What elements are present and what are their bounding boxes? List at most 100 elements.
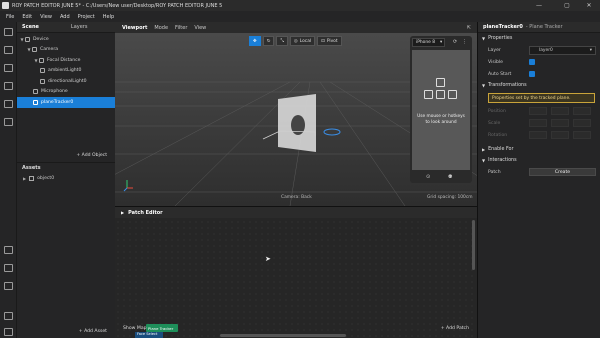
horizontal-scrollbar[interactable] xyxy=(220,334,346,337)
layers-icon[interactable] xyxy=(4,46,13,54)
rotation-z-field xyxy=(573,131,591,139)
device-message: Use mouse or hotkeys to look around xyxy=(417,114,465,125)
refresh-icon[interactable] xyxy=(4,100,13,108)
asset-item[interactable]: ▶ object0 xyxy=(17,173,115,183)
position-x-field xyxy=(529,107,547,115)
patch-node-face-select[interactable]: Face Select xyxy=(135,332,163,338)
tree-item-ambient-light[interactable]: ambientLight0 xyxy=(17,66,115,77)
tree-item-focal-distance[interactable]: ▼ Focal Distance xyxy=(17,55,115,66)
title-bar: ROY PATCH EDITOR JUNE 5* - C:/Users/New … xyxy=(0,0,600,11)
key-w[interactable] xyxy=(436,78,445,87)
move-tool-button[interactable]: ✥ xyxy=(249,36,261,46)
assets-panel: Assets ▶ object0 + Add Asset xyxy=(17,162,115,338)
assets-title: Assets xyxy=(22,165,41,171)
key-d[interactable] xyxy=(448,90,457,99)
capture-icon[interactable]: ⊙ xyxy=(426,174,430,180)
position-row: Position xyxy=(478,105,600,117)
auto-start-checkbox[interactable] xyxy=(529,71,535,77)
scale-x-field xyxy=(529,119,547,127)
menu-file[interactable]: File xyxy=(6,14,14,20)
camera-icon xyxy=(32,47,37,53)
section-interactions[interactable]: ▼ Interactions xyxy=(478,155,600,166)
light-icon xyxy=(40,68,45,74)
camera-label: Camera: Back xyxy=(281,195,312,200)
tree-item-directional-light[interactable]: directionalLight0 xyxy=(17,76,115,87)
help-icon[interactable] xyxy=(4,328,13,336)
chevron-right-icon[interactable]: ▶ xyxy=(23,176,26,181)
menu-edit[interactable]: Edit xyxy=(22,14,32,20)
tab-layers[interactable]: Layers xyxy=(66,24,93,30)
vertical-scrollbar[interactable] xyxy=(472,220,475,270)
rotation-x-field xyxy=(529,131,547,139)
menu-help[interactable]: Help xyxy=(103,14,114,20)
menu-filter[interactable]: Filter xyxy=(175,25,187,31)
tree-item-microphone[interactable]: Microphone xyxy=(17,87,115,98)
local-button[interactable]: ◎ Local xyxy=(289,36,316,46)
device-icon xyxy=(25,36,30,42)
visible-checkbox[interactable] xyxy=(529,59,535,65)
rotation-row: Rotation xyxy=(478,129,600,141)
more-icon[interactable]: ⋮ xyxy=(462,39,467,45)
menu-bar: File Edit View Add Project Help xyxy=(0,11,600,22)
grid-spacing-label: Grid spacing: 100cm xyxy=(427,195,473,200)
tab-scene[interactable]: Scene xyxy=(17,24,44,30)
position-z-field xyxy=(573,107,591,115)
scale-z-field xyxy=(573,119,591,127)
settings-icon[interactable] xyxy=(4,312,13,320)
scene-panel-icon[interactable] xyxy=(4,28,13,36)
layer-row: Layer layer0 ▾ xyxy=(478,44,600,56)
chevron-right-icon[interactable]: ▶ xyxy=(121,210,124,215)
import-icon[interactable] xyxy=(4,246,13,254)
menu-mode[interactable]: Mode xyxy=(154,25,168,31)
add-asset-button[interactable]: + Add Asset xyxy=(79,329,107,334)
upload-icon[interactable] xyxy=(4,282,13,290)
add-patch-button[interactable]: + Add Patch xyxy=(441,326,469,331)
tree-item-device[interactable]: ▼ Device xyxy=(17,34,115,45)
section-properties[interactable]: ▼ Properties xyxy=(478,33,600,44)
viewport-panel[interactable]: Viewport Mode Filter View ⇱ ✥ ↻ ⤡ ◎ Local… xyxy=(115,22,477,206)
pivot-button[interactable]: ⊡ Pivot xyxy=(317,36,342,46)
tree-item-camera[interactable]: ▼ Camera xyxy=(17,45,115,56)
chevron-right-icon: ▶ xyxy=(482,147,486,152)
chevron-down-icon: ▼ xyxy=(482,83,486,88)
maximize-button[interactable]: ▢ xyxy=(556,0,578,11)
close-button[interactable]: ✕ xyxy=(578,0,600,11)
export-icon[interactable] xyxy=(4,264,13,272)
record-icon[interactable] xyxy=(4,82,13,90)
rotate-device-icon[interactable]: ⟳ xyxy=(453,39,457,45)
scale-row: Scale xyxy=(478,117,600,129)
scale-tool-button[interactable]: ⤡ xyxy=(276,36,288,46)
key-s[interactable] xyxy=(436,90,445,99)
create-patch-button[interactable]: Create xyxy=(529,168,596,176)
show-map-toggle[interactable]: Show Map xyxy=(123,326,147,331)
light-icon xyxy=(40,78,45,84)
person-icon[interactable]: ⚉ xyxy=(448,174,452,180)
patch-editor-panel[interactable]: ▶ Patch Editor Plane Tracker Face Select… xyxy=(115,206,477,338)
focal-distance-icon xyxy=(39,57,44,63)
menu-view-options[interactable]: View xyxy=(194,25,206,31)
scene-panel: Scene Layers ▼ Device ▼ Camera ▼ Focal D… xyxy=(17,22,115,162)
tree-item-plane-tracker[interactable]: planeTracker0 xyxy=(17,97,115,108)
device-select[interactable]: iPhone 8 ▾ xyxy=(412,38,445,47)
menu-project[interactable]: Project xyxy=(78,14,95,20)
minimize-button[interactable]: — xyxy=(528,0,550,11)
menu-add[interactable]: Add xyxy=(60,14,70,20)
add-object-button[interactable]: + Add Object xyxy=(76,153,107,158)
mouse-cursor-icon: ➤ xyxy=(265,255,271,263)
assets-icon[interactable] xyxy=(4,64,13,72)
section-transformations[interactable]: ▼ Transformations xyxy=(478,80,600,91)
microphone-icon xyxy=(33,89,38,95)
tab-viewport[interactable]: Viewport xyxy=(122,25,147,31)
search-icon[interactable] xyxy=(4,118,13,126)
rotate-tool-button[interactable]: ↻ xyxy=(262,36,275,46)
key-a[interactable] xyxy=(424,90,433,99)
device-screen[interactable]: Use mouse or hotkeys to look around xyxy=(412,50,470,170)
position-y-field xyxy=(551,107,569,115)
section-enable-for[interactable]: ▶ Enable For xyxy=(478,144,600,155)
patch-node-plane-tracker[interactable]: Plane Tracker xyxy=(146,324,178,332)
menu-view[interactable]: View xyxy=(40,14,52,20)
pivot-icon: ⊡ xyxy=(321,38,325,44)
layer-select[interactable]: layer0 ▾ xyxy=(529,45,596,55)
popout-icon[interactable]: ⇱ xyxy=(467,25,471,31)
window-title: ROY PATCH EDITOR JUNE 5* - C:/Users/New … xyxy=(12,2,223,9)
